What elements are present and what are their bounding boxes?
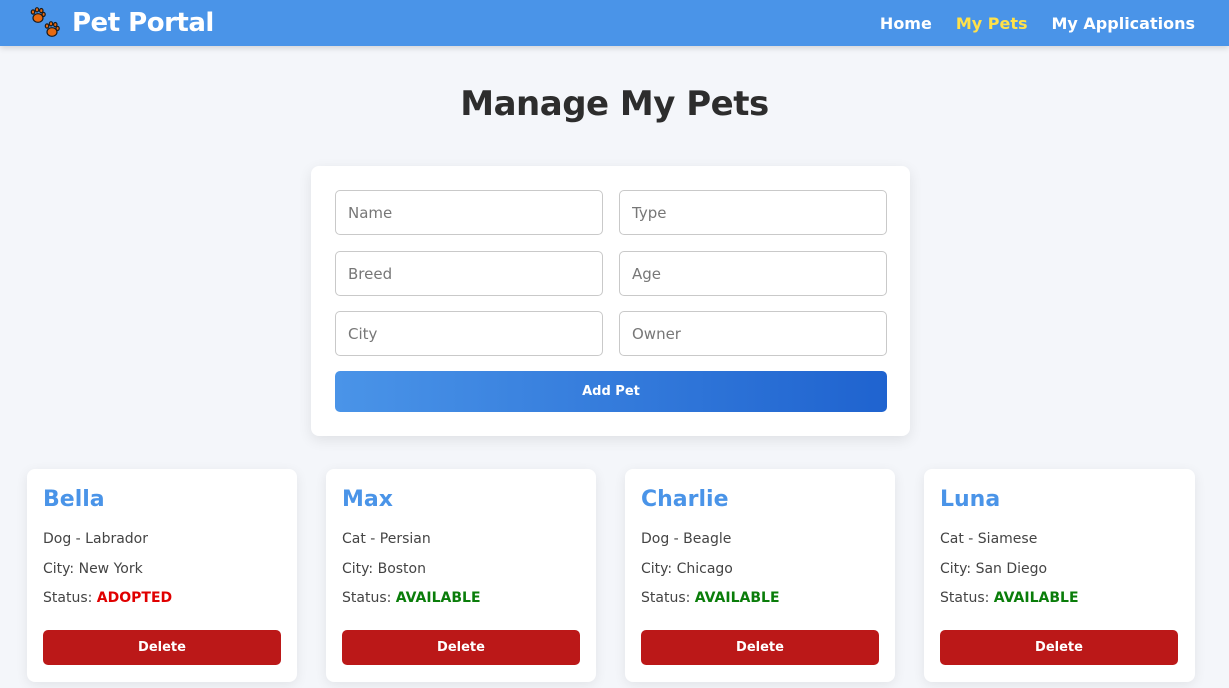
pet-type-breed: Dog - Beagle [641,531,732,547]
delete-button[interactable]: Delete [641,630,879,665]
breed-input[interactable] [335,251,603,296]
pet-city-value: New York [78,561,143,577]
pet-status: Status: AVAILABLE [342,590,481,606]
owner-input[interactable] [619,311,887,356]
add-pet-form: Add Pet [311,166,910,436]
type-input[interactable] [619,190,887,235]
pet-city-label: City: [43,561,75,577]
pet-status-label: Status: [43,590,93,606]
pet-card: Luna Cat - Siamese City: San Diego Statu… [924,469,1195,682]
pet-status: Status: AVAILABLE [641,590,780,606]
pet-status-label: Status: [342,590,392,606]
status-badge: AVAILABLE [395,590,481,606]
pet-city-label: City: [342,561,374,577]
pet-name: Luna [940,487,1001,512]
add-pet-button[interactable]: Add Pet [335,371,887,412]
pet-name: Bella [43,487,105,512]
pet-status: Status: AVAILABLE [940,590,1079,606]
pet-city-value: Boston [377,561,426,577]
nav-link-my-pets[interactable]: My Pets [956,14,1028,33]
pet-status-label: Status: [940,590,990,606]
pet-city: City: New York [43,561,143,577]
pet-status-label: Status: [641,590,691,606]
brand-title: Pet Portal [72,8,214,38]
pet-type-breed: Cat - Persian [342,531,431,547]
pet-city: City: Boston [342,561,426,577]
pet-name: Max [342,487,393,512]
pet-name: Charlie [641,487,729,512]
status-badge: AVAILABLE [993,590,1079,606]
pet-city-value: Chicago [676,561,733,577]
pet-card: Max Cat - Persian City: Boston Status: A… [326,469,596,682]
delete-button[interactable]: Delete [342,630,580,665]
delete-button[interactable]: Delete [43,630,281,665]
pet-card: Bella Dog - Labrador City: New York Stat… [27,469,297,682]
pet-type-breed: Dog - Labrador [43,531,148,547]
city-input[interactable] [335,311,603,356]
pet-city: City: Chicago [641,561,733,577]
name-input[interactable] [335,190,603,235]
status-badge: AVAILABLE [694,590,780,606]
navbar: Pet Portal Home My Pets My Applications [0,0,1229,46]
pet-city-label: City: [940,561,972,577]
status-badge: ADOPTED [96,590,173,606]
delete-button[interactable]: Delete [940,630,1178,665]
nav-link-my-applications[interactable]: My Applications [1052,14,1196,33]
page-title: Manage My Pets [460,84,769,124]
nav-link-home[interactable]: Home [880,14,932,33]
pet-city-value: San Diego [975,561,1048,577]
age-input[interactable] [619,251,887,296]
pet-city: City: San Diego [940,561,1047,577]
nav-links: Home My Pets My Applications [880,0,1195,46]
pet-status: Status: ADOPTED [43,590,172,606]
paw-icon [30,7,60,37]
pet-card: Charlie Dog - Beagle City: Chicago Statu… [625,469,895,682]
pet-city-label: City: [641,561,673,577]
pet-type-breed: Cat - Siamese [940,531,1038,547]
brand[interactable]: Pet Portal [28,5,214,41]
